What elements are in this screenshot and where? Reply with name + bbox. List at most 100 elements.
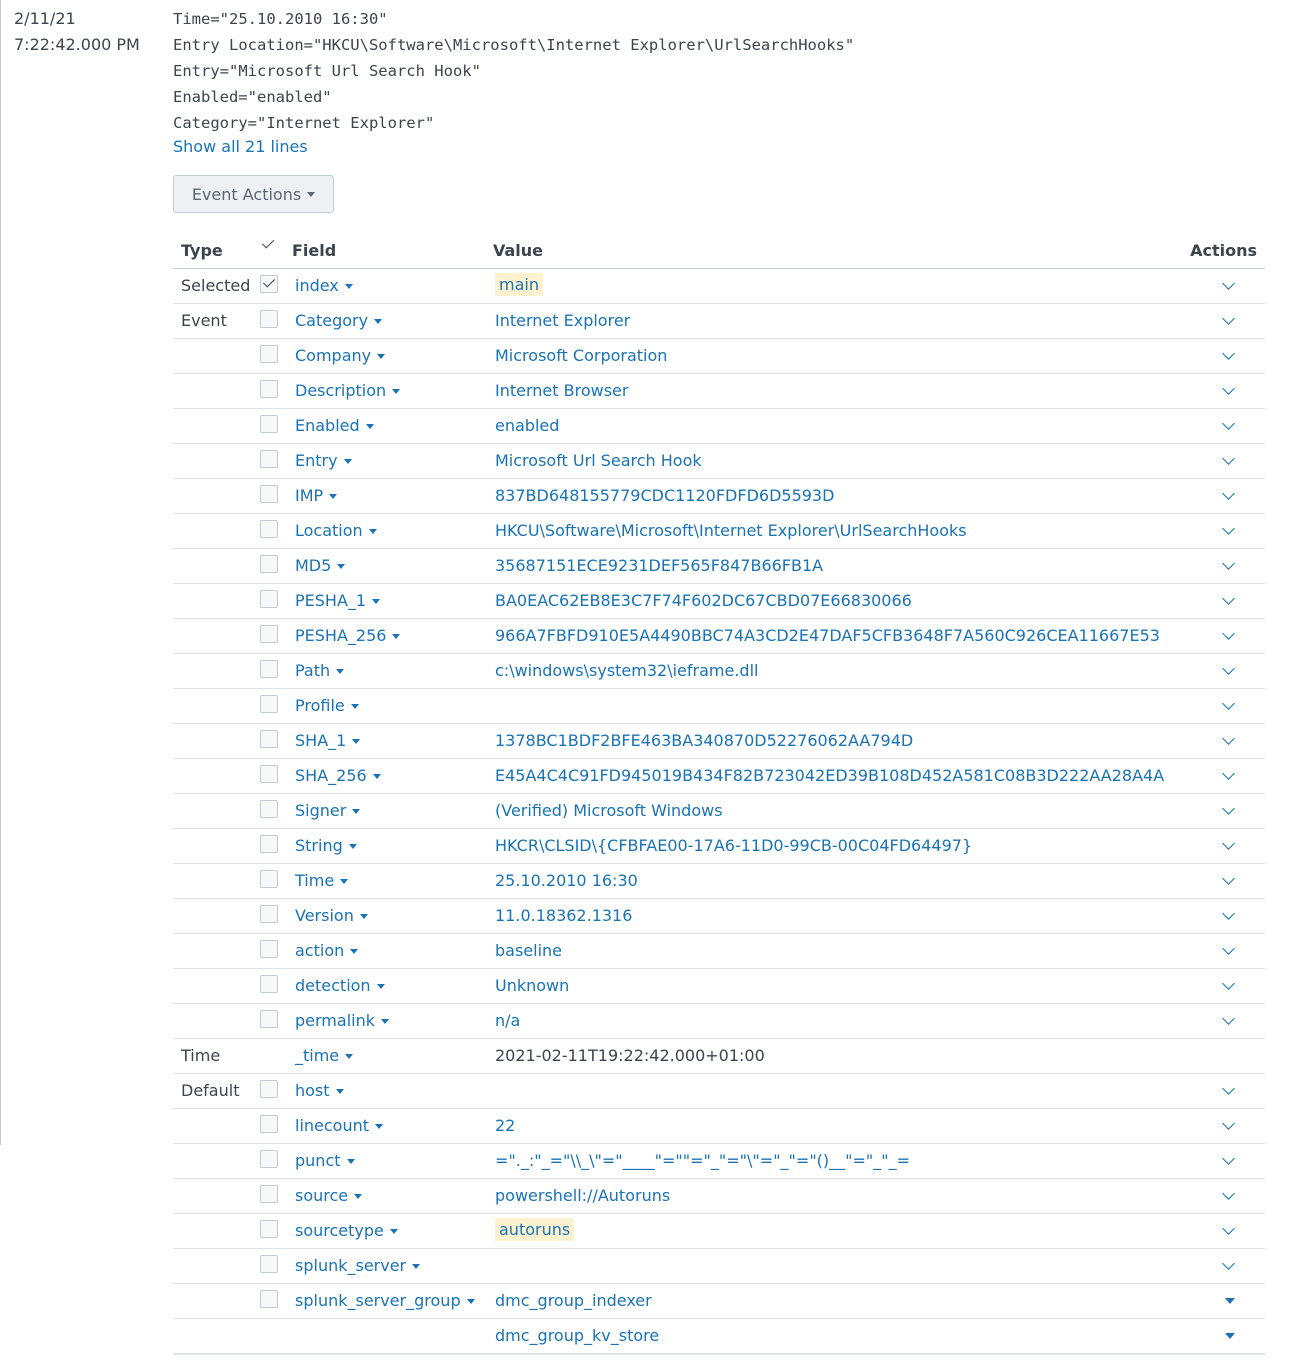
field-select-checkbox[interactable] <box>260 765 278 783</box>
chevron-down-icon[interactable] <box>1222 1012 1235 1025</box>
field-value[interactable]: Internet Explorer <box>495 311 630 330</box>
field-name-menu[interactable]: Entry <box>295 451 352 470</box>
field-name-menu[interactable]: Path <box>295 661 345 680</box>
triangle-down-icon[interactable] <box>1225 1298 1235 1304</box>
field-select-checkbox[interactable] <box>260 905 278 923</box>
field-value[interactable]: baseline <box>495 941 562 960</box>
chevron-down-icon[interactable] <box>1222 347 1235 360</box>
field-select-checkbox[interactable] <box>260 625 278 643</box>
field-name-menu[interactable]: splunk_server_group <box>295 1291 475 1310</box>
chevron-down-icon[interactable] <box>1222 872 1235 885</box>
chevron-down-icon[interactable] <box>1222 837 1235 850</box>
chevron-down-icon[interactable] <box>1222 1222 1235 1235</box>
field-value[interactable]: 11.0.18362.1316 <box>495 906 632 925</box>
field-select-checkbox[interactable] <box>260 730 278 748</box>
chevron-down-icon[interactable] <box>1222 1187 1235 1200</box>
field-name-menu[interactable]: index <box>295 276 353 295</box>
field-select-checkbox[interactable] <box>260 835 278 853</box>
field-select-checkbox[interactable] <box>260 345 278 363</box>
field-select-checkbox[interactable] <box>260 695 278 713</box>
field-value[interactable]: Internet Browser <box>495 381 628 400</box>
field-name-menu[interactable]: Profile <box>295 696 359 715</box>
chevron-down-icon[interactable] <box>1222 1082 1235 1095</box>
field-value[interactable]: 837BD648155779CDC1120FDFD6D5593D <box>495 486 834 505</box>
field-select-checkbox[interactable] <box>260 1290 278 1308</box>
field-select-checkbox[interactable] <box>260 940 278 958</box>
field-select-checkbox[interactable] <box>260 1080 278 1098</box>
field-name-menu[interactable]: PESHA_256 <box>295 626 401 645</box>
triangle-down-icon[interactable] <box>1225 1333 1235 1339</box>
field-select-checkbox[interactable] <box>260 310 278 328</box>
field-value[interactable]: 25.10.2010 16:30 <box>495 871 638 890</box>
field-select-checkbox[interactable] <box>260 590 278 608</box>
field-name-menu[interactable]: MD5 <box>295 556 346 575</box>
field-name-menu[interactable]: String <box>295 836 357 855</box>
field-value[interactable]: Unknown <box>495 976 569 995</box>
field-select-checkbox[interactable] <box>260 1150 278 1168</box>
field-value[interactable]: 35687151ECE9231DEF565F847B66FB1A <box>495 556 823 575</box>
chevron-down-icon[interactable] <box>1222 907 1235 920</box>
field-value[interactable]: BA0EAC62EB8E3C7F74F602DC67CBD07E66830066 <box>495 591 912 610</box>
field-name-menu[interactable]: SHA_1 <box>295 731 361 750</box>
chevron-down-icon[interactable] <box>1222 382 1235 395</box>
field-name-menu[interactable]: punct <box>295 1151 355 1170</box>
field-value[interactable]: autoruns <box>495 1218 575 1241</box>
chevron-down-icon[interactable] <box>1222 627 1235 640</box>
field-select-checkbox[interactable] <box>260 1115 278 1133</box>
field-name-menu[interactable]: detection <box>295 976 385 995</box>
field-name-menu[interactable]: Description <box>295 381 401 400</box>
field-value[interactable]: 966A7FBFD910E5A4490BBC74A3CD2E47DAF5CFB3… <box>495 626 1160 645</box>
chevron-down-icon[interactable] <box>1222 732 1235 745</box>
field-select-checkbox[interactable] <box>260 1255 278 1273</box>
field-value[interactable]: 22 <box>495 1116 515 1135</box>
field-value[interactable]: HKCU\Software\Microsoft\Internet Explore… <box>495 521 967 540</box>
field-select-checkbox[interactable] <box>260 520 278 538</box>
event-actions-button[interactable]: Event Actions <box>173 175 334 213</box>
field-name-menu[interactable]: action <box>295 941 359 960</box>
field-name-menu[interactable]: PESHA_1 <box>295 591 381 610</box>
field-name-menu[interactable]: Signer <box>295 801 361 820</box>
field-name-menu[interactable]: permalink <box>295 1011 389 1030</box>
field-select-checkbox[interactable] <box>260 450 278 468</box>
field-name-menu[interactable]: Enabled <box>295 416 374 435</box>
field-select-checkbox[interactable] <box>260 1220 278 1238</box>
field-name-menu[interactable]: host <box>295 1081 344 1100</box>
field-select-checkbox[interactable] <box>260 415 278 433</box>
chevron-down-icon[interactable] <box>1222 942 1235 955</box>
field-name-menu[interactable]: Category <box>295 311 383 330</box>
field-value[interactable]: 1378BC1BDF2BFE463BA340870D52276062AA794D <box>495 731 913 750</box>
chevron-down-icon[interactable] <box>1222 1257 1235 1270</box>
chevron-down-icon[interactable] <box>1222 452 1235 465</box>
field-name-menu[interactable]: IMP <box>295 486 338 505</box>
field-name-menu[interactable]: Location <box>295 521 377 540</box>
field-name-menu[interactable]: splunk_server <box>295 1256 421 1275</box>
field-name-menu[interactable]: _time <box>295 1046 354 1065</box>
field-select-checkbox[interactable] <box>260 1185 278 1203</box>
chevron-down-icon[interactable] <box>1222 977 1235 990</box>
field-value[interactable]: n/a <box>495 1011 520 1030</box>
field-value[interactable]: main <box>495 273 543 296</box>
field-value[interactable]: powershell://Autoruns <box>495 1186 670 1205</box>
field-select-checkbox[interactable] <box>260 800 278 818</box>
chevron-down-icon[interactable] <box>1222 697 1235 710</box>
field-select-checkbox[interactable] <box>260 275 278 293</box>
field-name-menu[interactable]: Version <box>295 906 368 925</box>
chevron-down-icon[interactable] <box>1222 417 1235 430</box>
chevron-down-icon[interactable] <box>1222 1152 1235 1165</box>
field-select-checkbox[interactable] <box>260 870 278 888</box>
field-name-menu[interactable]: sourcetype <box>295 1221 398 1240</box>
field-select-checkbox[interactable] <box>260 555 278 573</box>
field-value[interactable]: enabled <box>495 416 559 435</box>
chevron-down-icon[interactable] <box>1222 312 1235 325</box>
field-select-checkbox[interactable] <box>260 1010 278 1028</box>
field-select-checkbox[interactable] <box>260 975 278 993</box>
field-value[interactable]: dmc_group_indexer <box>495 1291 652 1310</box>
field-value[interactable]: ="._:"_="\\_\"="____"=""="_"="\"="_"="()… <box>495 1151 910 1170</box>
show-all-lines-link[interactable]: Show all 21 lines <box>173 137 308 156</box>
field-name-menu[interactable]: SHA_256 <box>295 766 381 785</box>
chevron-down-icon[interactable] <box>1222 592 1235 605</box>
chevron-down-icon[interactable] <box>1222 767 1235 780</box>
chevron-down-icon[interactable] <box>1222 487 1235 500</box>
field-select-checkbox[interactable] <box>260 485 278 503</box>
field-value[interactable]: Microsoft Url Search Hook <box>495 451 702 470</box>
